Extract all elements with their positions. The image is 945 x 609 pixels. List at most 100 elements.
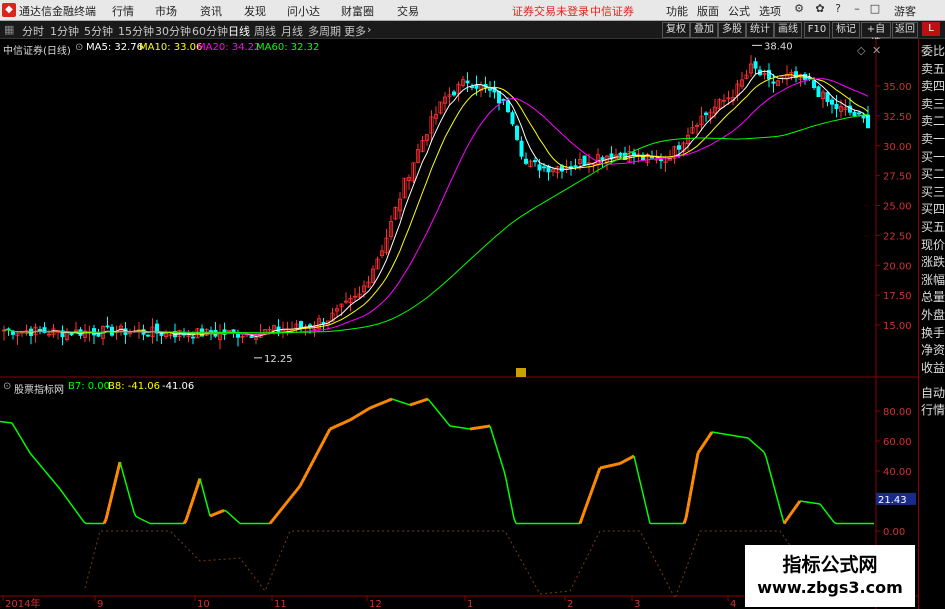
login-status[interactable]: 证券交易未登录 bbox=[512, 3, 589, 19]
indicator-segment bbox=[329, 426, 333, 431]
settings-icon[interactable]: ⚙ bbox=[793, 3, 805, 15]
menu-discover[interactable]: 发现 bbox=[244, 3, 266, 19]
indicator-segment bbox=[706, 434, 712, 439]
side-bottom-tab-0[interactable]: 自动 bbox=[920, 385, 945, 401]
indicator-segment bbox=[104, 510, 110, 520]
candle-body bbox=[857, 112, 862, 115]
grid-icon[interactable]: ▦ bbox=[4, 23, 14, 36]
legend-toggle-icon[interactable]: ⊙ bbox=[75, 42, 83, 53]
side-tab-18[interactable]: 收益 bbox=[920, 360, 945, 376]
indicator-segment bbox=[792, 505, 798, 511]
help-icon[interactable]: ? bbox=[832, 3, 844, 15]
pin-icon[interactable]: ◇ bbox=[857, 44, 865, 57]
indicator-toggle-icon[interactable]: ⊙ bbox=[3, 381, 11, 392]
indicator-segment bbox=[586, 495, 592, 502]
back-button[interactable]: 返回 bbox=[892, 22, 918, 38]
period-daily[interactable]: 日线 bbox=[228, 23, 250, 39]
level-badge[interactable]: L bbox=[922, 22, 940, 36]
chevron-right-icon[interactable]: › bbox=[367, 23, 371, 36]
menu-market[interactable]: 市场 bbox=[155, 3, 177, 19]
side-tab-12[interactable]: 涨跌 bbox=[920, 254, 945, 270]
side-tab-16[interactable]: 换手 bbox=[920, 325, 945, 341]
candle-body bbox=[542, 166, 547, 169]
period-tick[interactable]: 分时 bbox=[22, 23, 44, 39]
indicator-segment bbox=[786, 514, 792, 519]
menu-function[interactable]: 功能 bbox=[666, 3, 688, 19]
candle-body bbox=[533, 160, 538, 163]
indicator-segment bbox=[407, 403, 411, 406]
candle-body bbox=[465, 80, 470, 84]
indicator-segment bbox=[219, 509, 223, 514]
indicator-segment bbox=[268, 520, 274, 525]
menu-trade[interactable]: 交易 bbox=[397, 3, 419, 19]
period-5min[interactable]: 5分钟 bbox=[84, 23, 113, 39]
menu-quote[interactable]: 行情 bbox=[112, 3, 134, 19]
period-60min[interactable]: 60分钟 bbox=[192, 23, 228, 39]
period-15min[interactable]: 15分钟 bbox=[118, 23, 154, 39]
menu-options[interactable]: 选项 bbox=[759, 3, 781, 19]
period-multi[interactable]: 多周期 bbox=[308, 23, 341, 39]
side-tab-3[interactable]: 卖三 bbox=[920, 96, 945, 112]
restore-rights-button[interactable]: 复权 bbox=[662, 22, 690, 38]
indicator-segment bbox=[296, 485, 302, 490]
candle-body bbox=[600, 157, 605, 161]
menu-layout[interactable]: 版面 bbox=[697, 3, 719, 19]
menu-formula[interactable]: 公式 bbox=[728, 3, 750, 19]
side-tab-1[interactable]: 卖五 bbox=[920, 61, 945, 77]
kline-chart[interactable]: 38.4012.25 35.0032.5030.0027.5025.0022.5… bbox=[0, 39, 918, 609]
statistics-button[interactable]: 统计 bbox=[746, 22, 774, 38]
side-bottom-tab-1[interactable]: 行情 bbox=[920, 402, 945, 418]
indicator-segment bbox=[270, 517, 276, 522]
candle-body bbox=[145, 334, 150, 337]
indicator-segment bbox=[345, 419, 349, 424]
side-tab-11[interactable]: 现价 bbox=[920, 237, 945, 253]
side-tab-2[interactable]: 卖四 bbox=[920, 78, 945, 94]
side-tab-13[interactable]: 涨幅 bbox=[920, 272, 945, 288]
indicator-segment bbox=[399, 400, 403, 404]
menu-wealth[interactable]: 财富圈 bbox=[341, 3, 374, 19]
indicator-segment bbox=[333, 424, 337, 429]
draw-line-button[interactable]: 画线 bbox=[774, 22, 802, 38]
maximize-icon[interactable]: □ bbox=[869, 3, 881, 15]
indicator-segment bbox=[286, 497, 292, 502]
indicator-segment bbox=[415, 400, 419, 405]
side-tab-8[interactable]: 买三 bbox=[920, 184, 945, 200]
side-tab-7[interactable]: 买二 bbox=[920, 166, 945, 182]
f10-button[interactable]: F10 bbox=[804, 22, 830, 38]
side-tab-15[interactable]: 外盘 bbox=[920, 307, 945, 323]
mark-button[interactable]: 标记 bbox=[832, 22, 860, 38]
indicator-segment bbox=[682, 517, 688, 525]
period-30min[interactable]: 30分钟 bbox=[155, 23, 191, 39]
date-label: 1 bbox=[467, 599, 473, 609]
indicator-segment bbox=[373, 404, 377, 408]
side-tab-17[interactable]: 净资 bbox=[920, 342, 945, 358]
multi-stock-button[interactable]: 多股 bbox=[718, 22, 746, 38]
minimize-icon[interactable]: – bbox=[851, 3, 863, 15]
add-watchlist-button[interactable]: +自选 bbox=[861, 22, 891, 49]
side-tab-0[interactable]: 委比 bbox=[920, 43, 945, 59]
period-weekly[interactable]: 周线 bbox=[254, 23, 276, 39]
close-icon[interactable]: ✕ bbox=[872, 44, 881, 57]
period-1min[interactable]: 1分钟 bbox=[50, 23, 79, 39]
menu-news[interactable]: 资讯 bbox=[200, 3, 222, 19]
period-more[interactable]: 更多 bbox=[344, 23, 366, 39]
indicator-segment bbox=[594, 473, 600, 480]
menu-wenxiaoda[interactable]: 问小达 bbox=[287, 3, 320, 19]
period-monthly[interactable]: 月线 bbox=[281, 23, 303, 39]
indicator-segment bbox=[213, 512, 217, 516]
side-tab-5[interactable]: 卖一 bbox=[920, 131, 945, 147]
indicator-segment bbox=[135, 515, 139, 519]
overlay-button[interactable]: 叠加 bbox=[690, 22, 718, 38]
side-tab-10[interactable]: 买五 bbox=[920, 219, 945, 235]
side-tab-14[interactable]: 总量 bbox=[920, 289, 945, 305]
skin-icon[interactable]: ✿ bbox=[814, 3, 826, 15]
indicator-segment bbox=[375, 403, 379, 407]
watermark-title: 指标公式网 bbox=[782, 554, 878, 576]
side-tab-4[interactable]: 卖二 bbox=[920, 113, 945, 129]
side-tab-6[interactable]: 买一 bbox=[920, 149, 945, 165]
user-label[interactable]: 游客 bbox=[894, 3, 916, 19]
side-tab-9[interactable]: 买四 bbox=[920, 201, 945, 217]
indicator-segment bbox=[190, 496, 196, 503]
candle-body bbox=[771, 81, 776, 84]
watermark-url: www.zbgs3.com bbox=[757, 578, 903, 597]
